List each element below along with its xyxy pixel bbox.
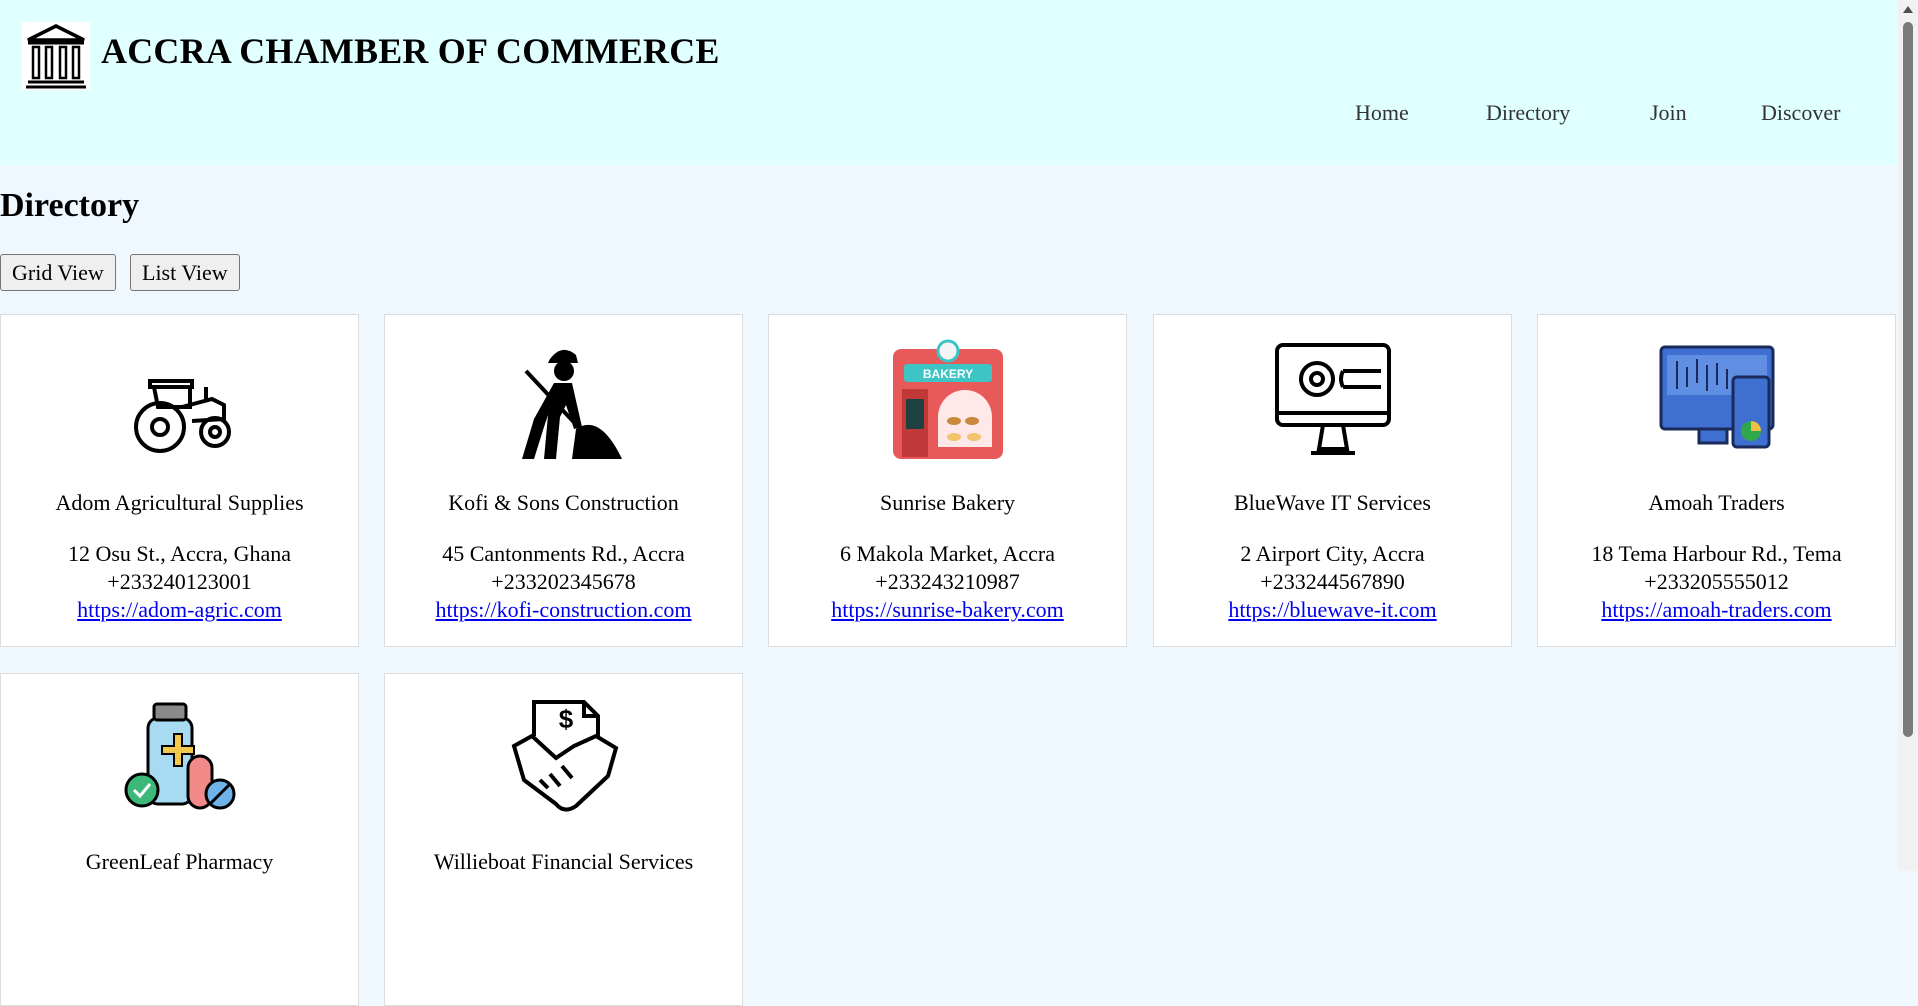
tractor-icon — [120, 337, 240, 462]
medicine-icon — [120, 696, 240, 821]
scrollbar-thumb[interactable] — [1903, 22, 1913, 737]
member-website-link[interactable]: https://sunrise-bakery.com — [831, 597, 1064, 622]
member-address: 18 Tema Harbour Rd., Tema — [1591, 541, 1842, 566]
list-view-button[interactable]: List View — [130, 254, 240, 291]
member-address: 45 Cantonments Rd., Accra — [442, 541, 685, 566]
member-phone: +233244567890 — [1260, 569, 1405, 594]
nav-discover[interactable]: Discover — [1761, 100, 1840, 126]
trading-dashboard-icon — [1657, 337, 1777, 462]
member-card: Amoah Traders 18 Tema Harbour Rd., Tema … — [1537, 314, 1896, 647]
member-card: $ Willieboat Financial Services — [384, 673, 743, 1006]
site-title: ACCRA CHAMBER OF COMMERCE — [101, 31, 720, 71]
member-card: Kofi & Sons Construction 45 Cantonments … — [384, 314, 743, 647]
monitor-gear-icon — [1273, 337, 1393, 462]
building-logo-icon[interactable] — [22, 22, 90, 90]
member-card: BlueWave IT Services 2 Airport City, Acc… — [1153, 314, 1512, 647]
member-website-link[interactable]: https://amoah-traders.com — [1601, 597, 1831, 622]
member-address: 2 Airport City, Accra — [1240, 541, 1425, 566]
construction-worker-icon — [504, 337, 624, 462]
handshake-dollar-icon: $ — [504, 696, 624, 821]
nav-join[interactable]: Join — [1650, 100, 1687, 126]
member-website-link[interactable]: https://kofi-construction.com — [435, 597, 691, 622]
grid-view-button[interactable]: Grid View — [0, 254, 116, 291]
member-name: Kofi & Sons Construction — [448, 490, 679, 515]
member-name: Sunrise Bakery — [879, 490, 1016, 515]
svg-text:BAKERY: BAKERY — [922, 367, 972, 381]
scroll-up-arrow-icon[interactable] — [1903, 6, 1913, 13]
member-phone: +233205555012 — [1644, 569, 1789, 594]
bakery-shop-icon: BAKERY — [888, 337, 1008, 462]
site-header: ACCRA CHAMBER OF COMMERCE Home Directory… — [0, 0, 1898, 165]
member-name: BlueWave IT Services — [1234, 490, 1431, 515]
member-phone: +233202345678 — [491, 569, 636, 594]
nav-home[interactable]: Home — [1355, 100, 1409, 126]
member-website-link[interactable]: https://adom-agric.com — [77, 597, 282, 622]
svg-text:$: $ — [558, 704, 573, 734]
member-name: GreenLeaf Pharmacy — [85, 849, 274, 874]
page-title: Directory — [0, 187, 140, 224]
member-address: 12 Osu St., Accra, Ghana — [67, 541, 291, 566]
member-card: Adom Agricultural Supplies 12 Osu St., A… — [0, 314, 359, 647]
vertical-scrollbar[interactable] — [1898, 0, 1918, 871]
member-website-link[interactable]: https://bluewave-it.com — [1228, 597, 1436, 622]
member-card: GreenLeaf Pharmacy — [0, 673, 359, 1006]
member-card: BAKERY Sunrise Bakery 6 Makola Market, A… — [768, 314, 1127, 647]
member-name: Adom Agricultural Supplies — [55, 490, 304, 515]
member-name: Willieboat Financial Services — [433, 849, 694, 874]
nav-directory[interactable]: Directory — [1486, 100, 1570, 126]
member-phone: +233240123001 — [107, 569, 252, 594]
member-phone: +233243210987 — [875, 569, 1020, 594]
member-address: 6 Makola Market, Accra — [839, 541, 1056, 566]
main-nav: Home Directory Join Discover — [0, 100, 1898, 130]
member-name: Amoah Traders — [1648, 490, 1785, 515]
